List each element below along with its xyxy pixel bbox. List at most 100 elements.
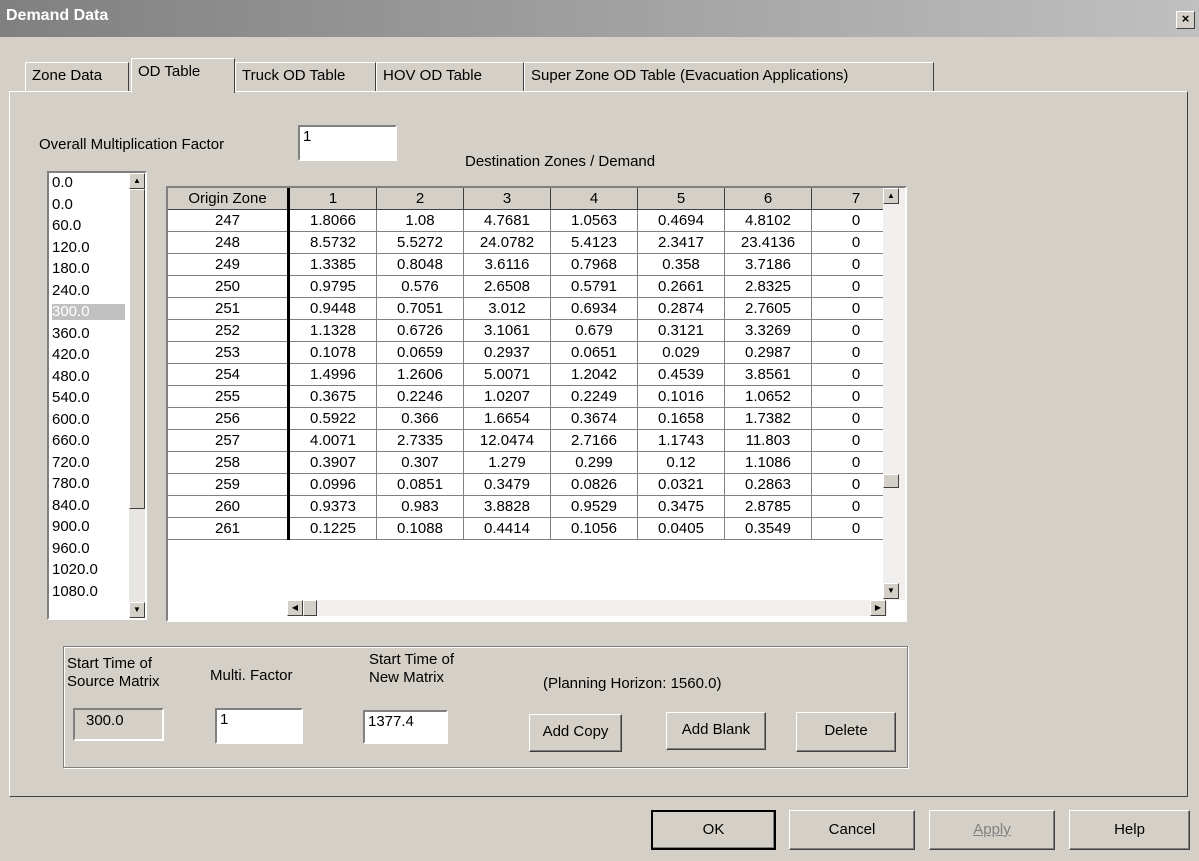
close-icon[interactable]: × [1176, 11, 1195, 29]
list-item[interactable]: 600.0 [52, 411, 125, 428]
demand-cell[interactable]: 0.3907 [288, 451, 377, 474]
demand-cell[interactable]: 0.2246 [376, 385, 464, 408]
demand-cell[interactable]: 0.358 [637, 253, 725, 276]
demand-cell[interactable]: 24.0782 [463, 231, 551, 254]
tab-truck-od-table[interactable]: Truck OD Table [235, 62, 376, 91]
demand-cell[interactable]: 0.2874 [637, 297, 725, 320]
demand-cell[interactable]: 0.366 [376, 407, 464, 430]
demand-cell[interactable]: 0.0826 [550, 473, 638, 496]
list-item[interactable]: 720.0 [52, 454, 125, 471]
list-item[interactable]: 1020.0 [52, 562, 125, 578]
demand-cell[interactable]: 2.7166 [550, 429, 638, 452]
origin-zone-cell[interactable]: 258 [168, 451, 290, 474]
list-item[interactable]: 540.0 [52, 390, 125, 406]
factor-input[interactable]: 1 [215, 708, 303, 744]
origin-zone-cell[interactable]: 247 [168, 209, 290, 232]
demand-cell[interactable]: 4.8102 [724, 209, 812, 232]
demand-cell[interactable]: 0.9448 [288, 297, 377, 320]
scroll-thumb[interactable] [129, 189, 145, 509]
demand-cell[interactable]: 0.1056 [550, 517, 638, 540]
demand-cell[interactable]: 3.012 [463, 297, 551, 320]
scroll-down-icon[interactable]: ▼ [883, 583, 899, 599]
demand-cell[interactable]: 1.0563 [550, 209, 638, 232]
list-item[interactable]: 900.0 [52, 519, 125, 535]
demand-cell[interactable]: 1.1328 [288, 319, 377, 342]
demand-cell[interactable]: 0.1016 [637, 385, 725, 408]
demand-cell[interactable]: 0.9373 [288, 495, 377, 518]
list-item[interactable]: 780.0 [52, 476, 125, 492]
demand-cell[interactable]: 0.12 [637, 451, 725, 474]
time-list[interactable]: 0.0 0.0 60.0 120.0 180.0 240.0 300.0 360.0 420.0… [47, 171, 147, 620]
cancel-button[interactable]: Cancel [789, 810, 915, 850]
add-copy-button[interactable]: Add Copy [529, 714, 622, 752]
od-grid[interactable]: Origin Zone 1 2 3 4 5 6 7 247 1.8066 1.08 4.7681 1.0… [166, 186, 907, 622]
demand-cell[interactable]: 0.2249 [550, 385, 638, 408]
origin-zone-cell[interactable]: 251 [168, 297, 290, 320]
origin-zone-cell[interactable]: 260 [168, 495, 290, 518]
demand-cell[interactable]: 0.3121 [637, 319, 725, 342]
demand-cell[interactable]: 0.4414 [463, 517, 551, 540]
demand-cell[interactable]: 0.5922 [288, 407, 377, 430]
list-item[interactable]: 60.0 [52, 218, 125, 234]
demand-cell[interactable]: 3.8828 [463, 495, 551, 518]
scroll-up-icon[interactable]: ▲ [129, 173, 145, 189]
demand-cell[interactable]: 0.2863 [724, 473, 812, 496]
demand-cell[interactable]: 23.4136 [724, 231, 812, 254]
demand-cell[interactable]: 0.0321 [637, 473, 725, 496]
list-item[interactable]: 240.0 [52, 282, 125, 299]
list-item[interactable]: 0.0 [52, 175, 125, 191]
apply-button[interactable]: Apply [929, 810, 1055, 850]
demand-cell[interactable]: 0.3549 [724, 517, 812, 540]
demand-cell[interactable]: 1.4996 [288, 363, 377, 386]
list-item[interactable]: 1080.0 [52, 583, 125, 600]
demand-cell[interactable]: 1.0207 [463, 385, 551, 408]
demand-cell[interactable]: 0.7968 [550, 253, 638, 276]
demand-cell[interactable]: 3.8561 [724, 363, 812, 386]
demand-cell[interactable]: 0.029 [637, 341, 725, 364]
scroll-right-icon[interactable]: ▶ [870, 600, 886, 616]
demand-cell[interactable]: 0.299 [550, 451, 638, 474]
list-item[interactable]: 360.0 [52, 325, 125, 342]
grid-vscrollbar[interactable]: ▲ ▼ [883, 188, 905, 600]
demand-cell[interactable]: 0.307 [376, 451, 464, 474]
demand-cell[interactable]: 0.0651 [550, 341, 638, 364]
scroll-down-icon[interactable]: ▼ [129, 602, 145, 618]
demand-cell[interactable]: 0.9529 [550, 495, 638, 518]
origin-zone-cell[interactable]: 257 [168, 429, 290, 452]
demand-cell[interactable]: 0.679 [550, 319, 638, 342]
demand-cell[interactable]: 0.4539 [637, 363, 725, 386]
demand-cell[interactable]: 1.8066 [288, 209, 377, 232]
demand-cell[interactable]: 3.7186 [724, 253, 812, 276]
demand-cell[interactable]: 3.6116 [463, 253, 551, 276]
demand-cell[interactable]: 0.3674 [550, 407, 638, 430]
grid-hscrollbar[interactable]: ◀ ▶ [287, 600, 887, 616]
demand-cell[interactable]: 0.6726 [376, 319, 464, 342]
scroll-left-icon[interactable]: ◀ [287, 600, 303, 616]
demand-cell[interactable]: 0.1225 [288, 517, 377, 540]
demand-cell[interactable]: 0.5791 [550, 275, 638, 298]
demand-cell[interactable]: 0.7051 [376, 297, 464, 320]
demand-cell[interactable]: 3.1061 [463, 319, 551, 342]
demand-cell[interactable]: 4.0071 [288, 429, 377, 452]
list-item[interactable]: 180.0 [52, 261, 125, 277]
demand-cell[interactable]: 1.1086 [724, 451, 812, 474]
list-item[interactable]: 0.0 [52, 196, 125, 213]
demand-cell[interactable]: 0.3675 [288, 385, 377, 408]
demand-cell[interactable]: 1.6654 [463, 407, 551, 430]
list-item[interactable]: 660.0 [52, 433, 125, 449]
origin-zone-cell[interactable]: 259 [168, 473, 290, 496]
demand-cell[interactable]: 1.1743 [637, 429, 725, 452]
demand-cell[interactable]: 5.0071 [463, 363, 551, 386]
demand-cell[interactable]: 3.3269 [724, 319, 812, 342]
demand-cell[interactable]: 0.3479 [463, 473, 551, 496]
demand-cell[interactable]: 0.6934 [550, 297, 638, 320]
ok-button[interactable]: OK [651, 810, 776, 850]
demand-cell[interactable]: 0.8048 [376, 253, 464, 276]
scroll-thumb[interactable] [883, 474, 899, 488]
origin-zone-cell[interactable]: 254 [168, 363, 290, 386]
origin-zone-cell[interactable]: 253 [168, 341, 290, 364]
list-item[interactable]: 840.0 [52, 497, 125, 514]
list-item[interactable]: 300.0 [52, 304, 125, 320]
demand-cell[interactable]: 0.0996 [288, 473, 377, 496]
new-time-input[interactable]: 1377.4 [363, 710, 448, 744]
